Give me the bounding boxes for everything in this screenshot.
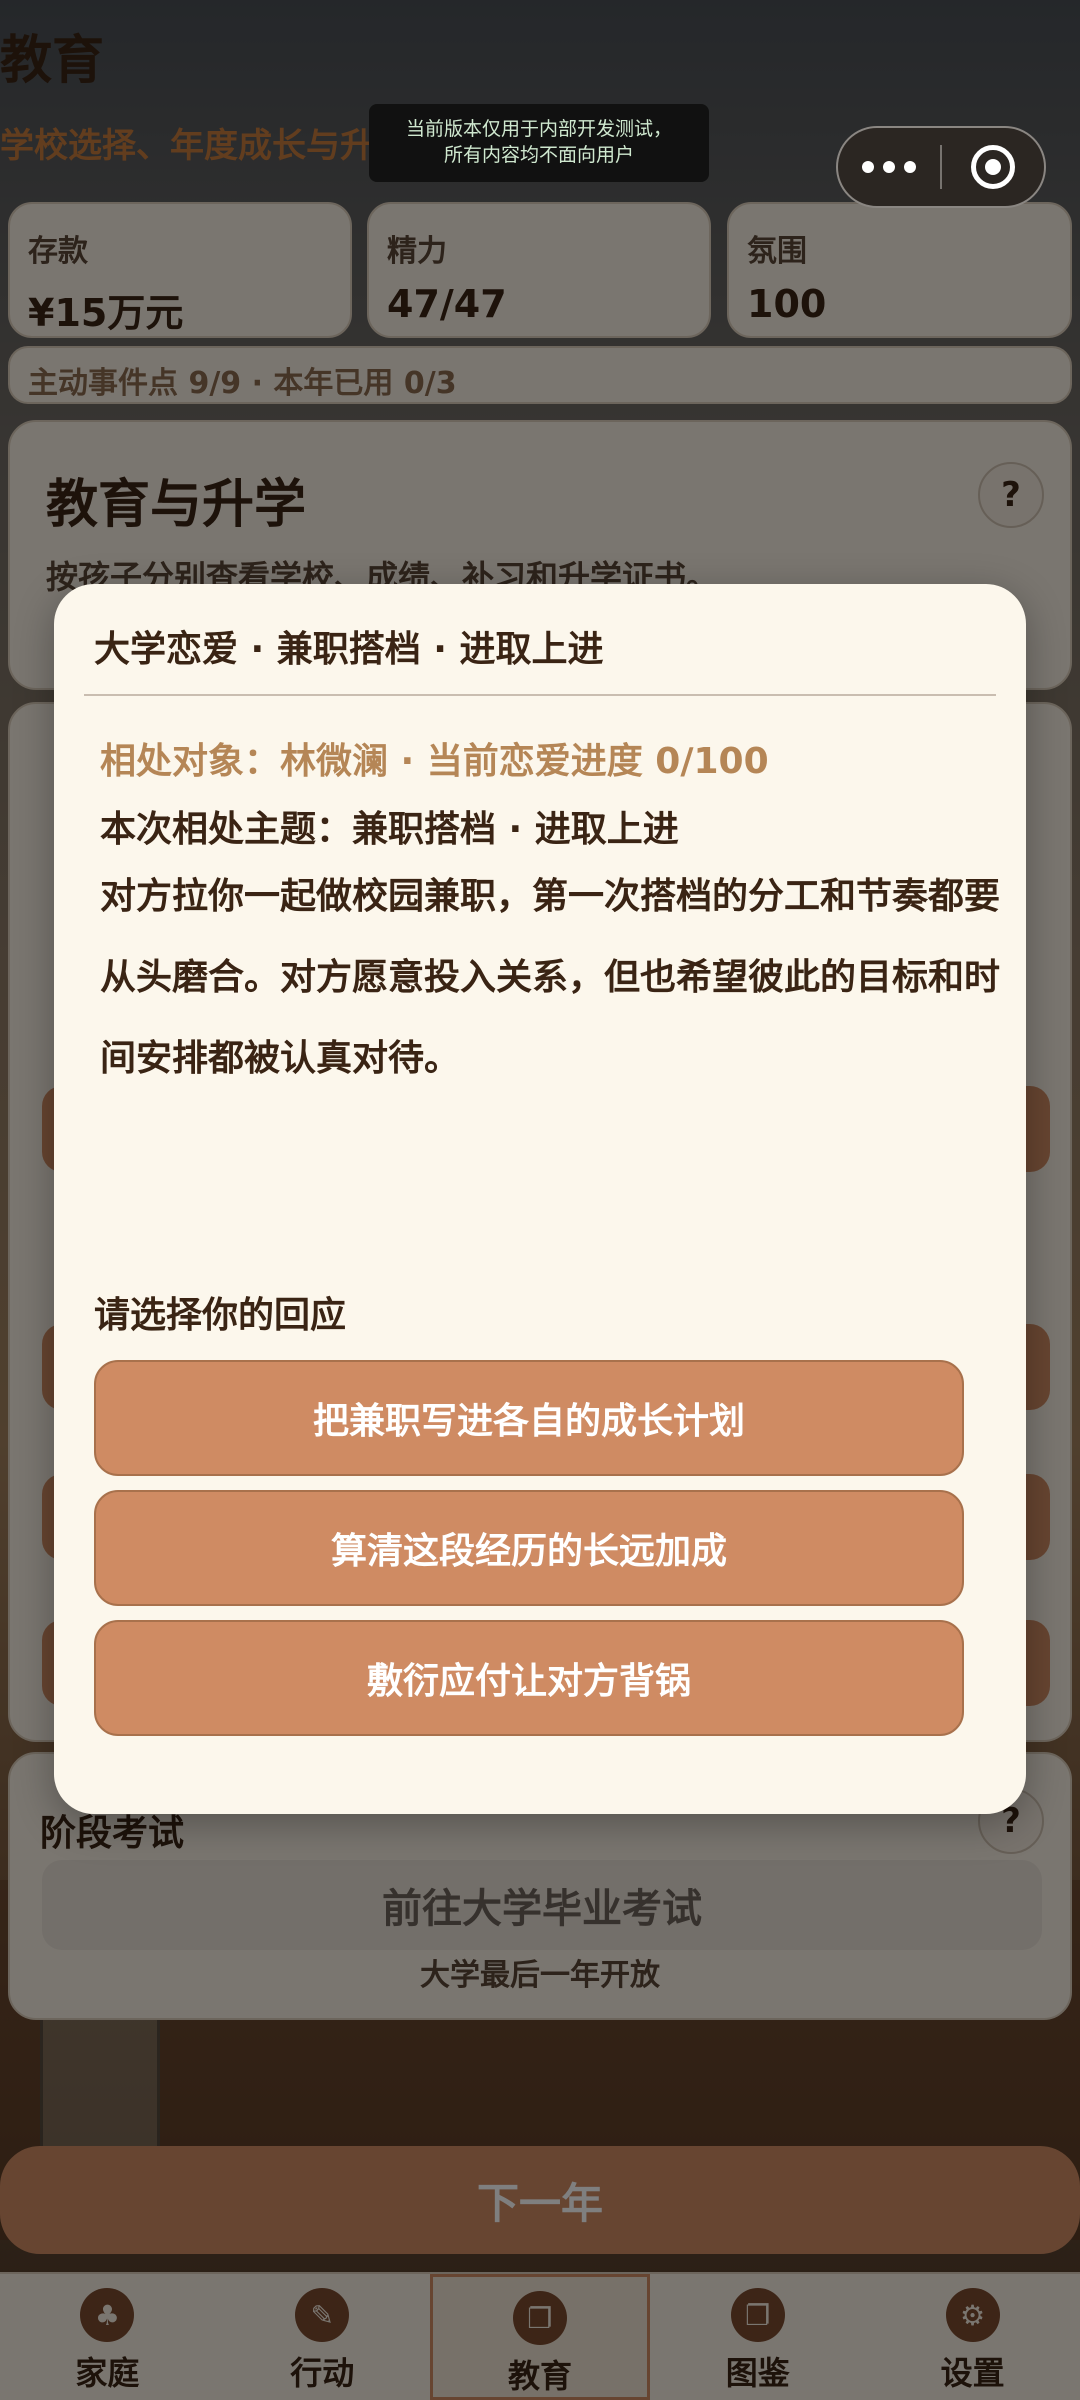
more-dots-icon[interactable] (838, 161, 940, 173)
target-icon[interactable] (942, 145, 1044, 189)
event-story: 对方拉你一起做校园兼职，第一次搭档的分工和节奏都要从头磨合。对方愿意投入关系，但… (100, 876, 1001, 1079)
romance-event-dialog: 大学恋爱 · 兼职搭档 · 进取上进 相处对象：林微澜 · 当前恋爱进度 0/1… (54, 584, 1026, 1814)
choice-button-long-term[interactable]: 算清这段经历的长远加成 (94, 1490, 964, 1606)
miniprogram-capsule (836, 126, 1046, 208)
choice-prompt: 请选择你的回应 (94, 1295, 347, 1336)
dev-banner-line: 当前版本仅用于内部开发测试， (405, 118, 672, 140)
dev-banner-line: 所有内容均不面向用户 (443, 144, 634, 166)
partner-progress: 相处对象：林微澜 · 当前恋爱进度 0/100 (100, 741, 769, 782)
choice-button-perfunctory[interactable]: 敷衍应付让对方背锅 (94, 1620, 964, 1736)
interaction-theme: 本次相处主题：兼职搭档 · 进取上进 (100, 809, 679, 850)
dialog-title: 大学恋爱 · 兼职搭档 · 进取上进 (94, 629, 604, 670)
dev-test-banner: 当前版本仅用于内部开发测试， 所有内容均不面向用户 (369, 104, 709, 182)
dialog-divider (84, 694, 996, 696)
choice-button-growth-plan[interactable]: 把兼职写进各自的成长计划 (94, 1360, 964, 1476)
